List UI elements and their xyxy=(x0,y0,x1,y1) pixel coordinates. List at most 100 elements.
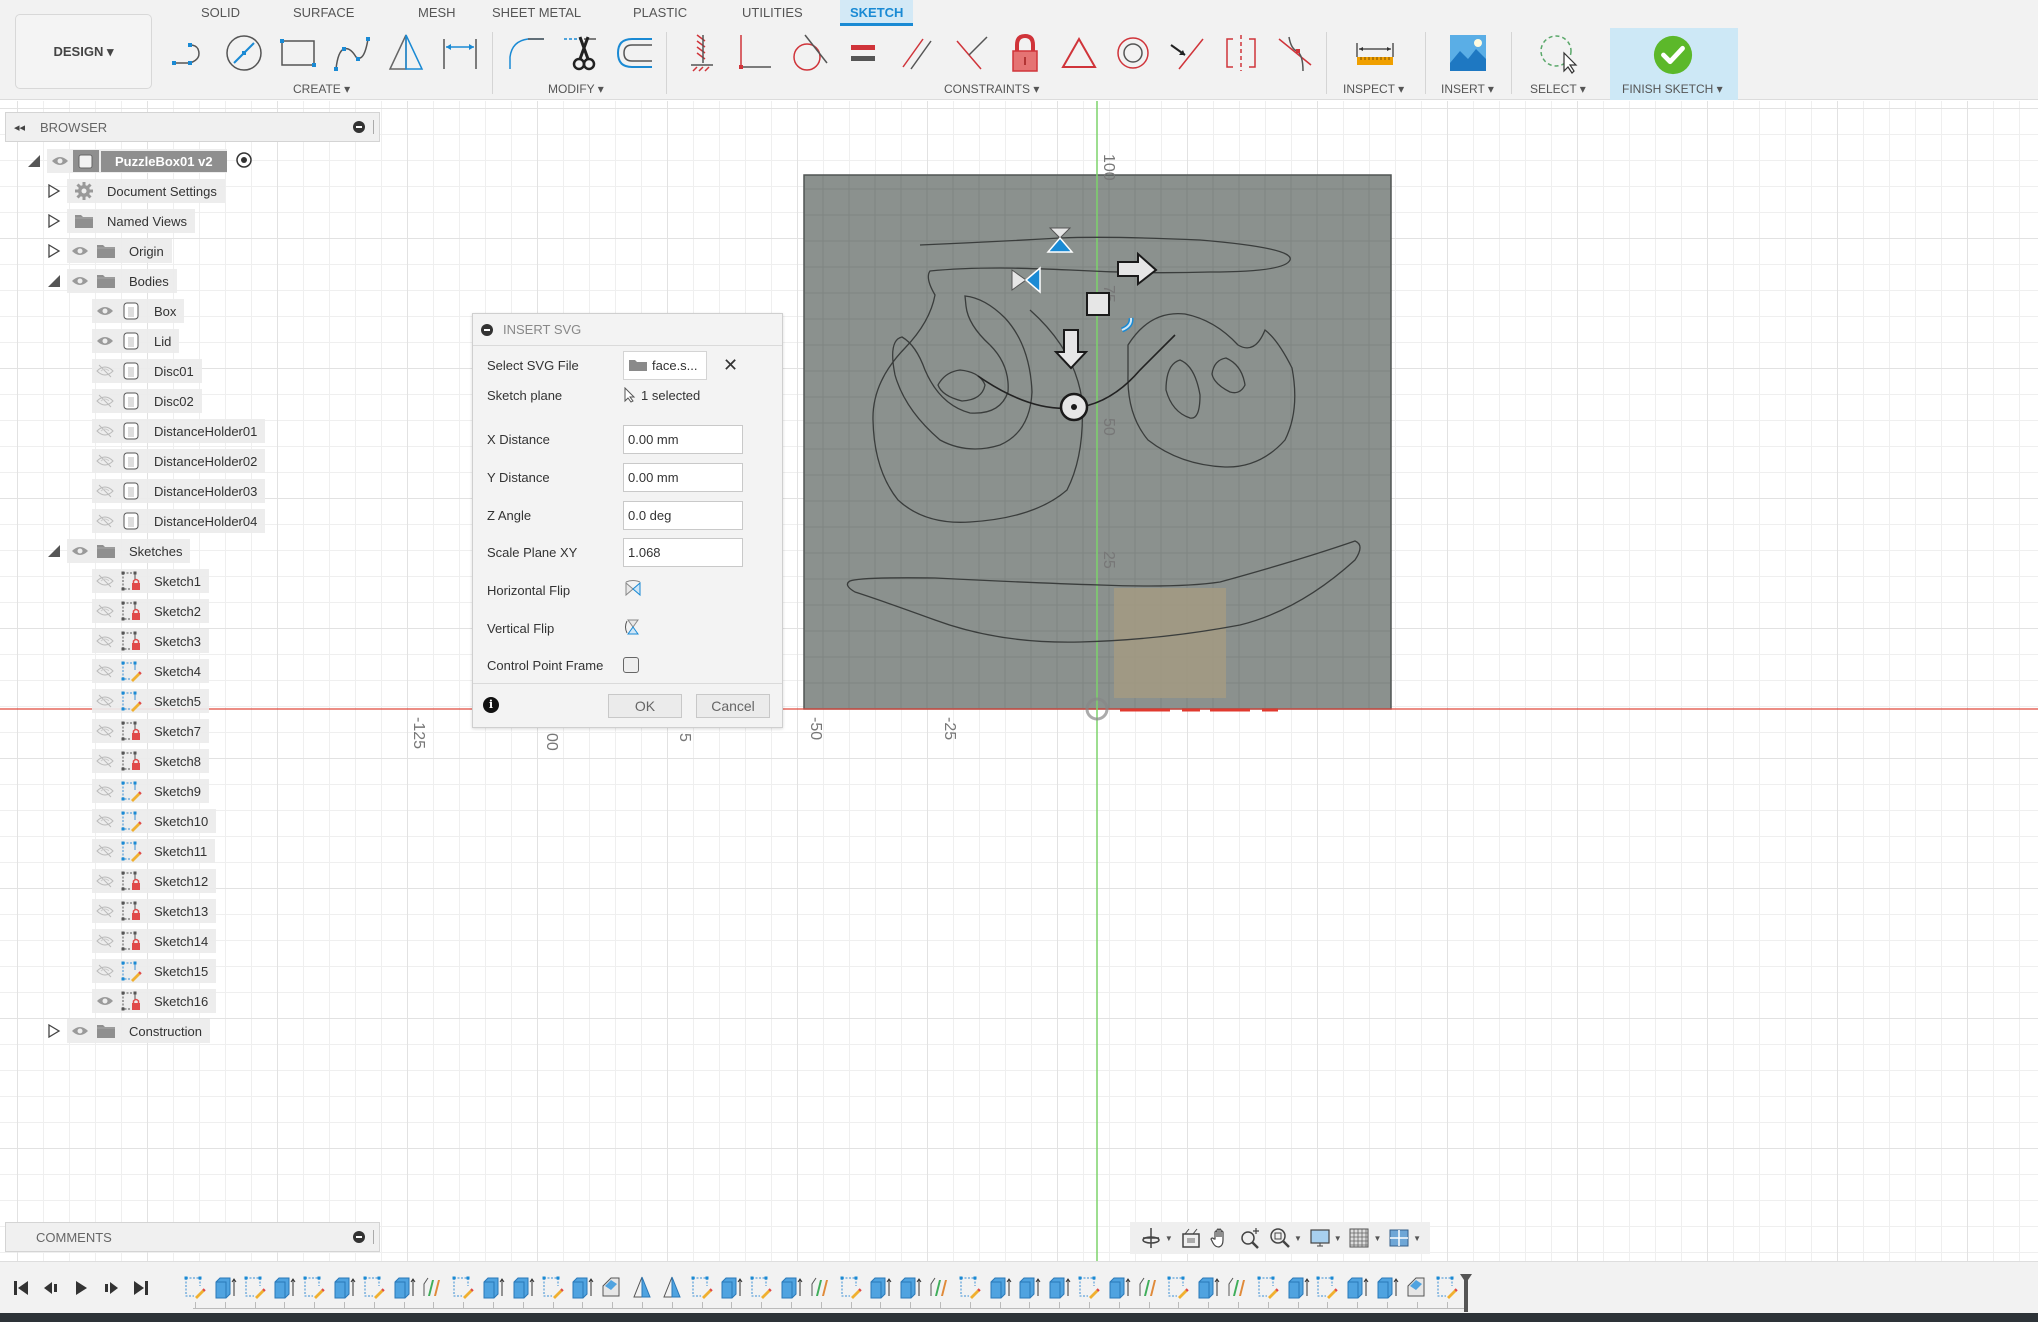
x-distance-input[interactable] xyxy=(623,424,743,454)
sketch-plane-selector[interactable]: 1 selected xyxy=(623,387,700,403)
hidden-eye-icon[interactable] xyxy=(92,512,118,530)
clear-file-close-icon[interactable]: ✕ xyxy=(723,355,738,376)
hidden-eye-icon[interactable] xyxy=(92,872,118,890)
offset-tool-button[interactable] xyxy=(612,30,656,76)
timeline-item-sketch[interactable] xyxy=(957,1274,983,1300)
timeline-skip-end-button[interactable] xyxy=(128,1275,154,1301)
hidden-eye-icon[interactable] xyxy=(92,812,118,830)
timeline-item-extrude[interactable] xyxy=(480,1274,506,1300)
create-group-label[interactable]: CREATE ▾ xyxy=(293,82,350,96)
collapsed-triangle-icon[interactable] xyxy=(45,1022,63,1040)
browser-item-sketch7[interactable]: Sketch7 xyxy=(92,718,209,744)
timeline-step-forward-button[interactable] xyxy=(98,1275,124,1301)
activate-radio-icon[interactable] xyxy=(235,151,253,172)
browser-item-origin[interactable]: Origin xyxy=(45,238,172,264)
lock-constraint-button[interactable] xyxy=(1003,30,1047,76)
browser-item-document-settings[interactable]: Document Settings xyxy=(45,178,225,204)
select-group-label[interactable]: SELECT ▾ xyxy=(1530,82,1586,96)
sketch-viewport[interactable]: 100 75 50 25 -125 00 5 -50 -25 xyxy=(0,101,2038,1261)
viewports-button[interactable]: ▼ xyxy=(1387,1226,1421,1250)
insert-image-button[interactable] xyxy=(1446,30,1490,76)
hidden-eye-icon[interactable] xyxy=(92,722,118,740)
equal-constraint-button[interactable] xyxy=(841,30,885,76)
viewport-canvas[interactable]: 100 75 50 25 -125 00 5 -50 -25 xyxy=(0,101,2038,1261)
visibility-eye-icon[interactable] xyxy=(67,242,93,260)
timeline-item-split[interactable] xyxy=(1225,1274,1251,1300)
timeline-item-split[interactable] xyxy=(808,1274,834,1300)
panel-pin-icon[interactable] xyxy=(353,121,365,133)
tab-mesh[interactable]: MESH xyxy=(408,0,466,26)
hidden-eye-icon[interactable] xyxy=(92,362,118,380)
circle-tool-button[interactable] xyxy=(222,30,266,76)
ok-button[interactable]: OK xyxy=(608,694,682,718)
grid-settings-button[interactable]: ▼ xyxy=(1347,1226,1381,1250)
select-tool-button[interactable] xyxy=(1536,30,1580,76)
timeline-item-extrude[interactable] xyxy=(510,1274,536,1300)
look-at-button[interactable] xyxy=(1179,1226,1203,1250)
visibility-eye-icon[interactable] xyxy=(67,1022,93,1040)
collapsed-triangle-icon[interactable] xyxy=(45,212,63,230)
browser-item-construction[interactable]: Construction xyxy=(45,1018,210,1044)
timeline-item-extrude[interactable] xyxy=(212,1274,238,1300)
visibility-eye-icon[interactable] xyxy=(67,542,93,560)
comments-panel-header[interactable]: COMMENTS xyxy=(5,1222,380,1252)
timeline-step-back-button[interactable] xyxy=(38,1275,64,1301)
browser-item-sketch15[interactable]: Sketch15 xyxy=(92,958,217,984)
hidden-eye-icon[interactable] xyxy=(92,962,118,980)
timeline-item-extrude[interactable] xyxy=(1106,1274,1132,1300)
visibility-eye-icon[interactable] xyxy=(92,302,118,320)
collapse-panel-icon[interactable]: ◂◂ xyxy=(14,121,34,134)
browser-item-sketch8[interactable]: Sketch8 xyxy=(92,748,209,774)
expanded-triangle-icon[interactable] xyxy=(45,272,63,290)
panel-resize-handle[interactable] xyxy=(373,1230,375,1244)
timeline-item-sketch[interactable] xyxy=(361,1274,387,1300)
fix-constraint-button[interactable] xyxy=(679,30,723,76)
collapsed-triangle-icon[interactable] xyxy=(45,242,63,260)
hidden-eye-icon[interactable] xyxy=(92,842,118,860)
add-comment-icon[interactable] xyxy=(353,1231,365,1243)
timeline-item-extrude[interactable] xyxy=(391,1274,417,1300)
browser-item-sketch9[interactable]: Sketch9 xyxy=(92,778,209,804)
dialog-header[interactable]: INSERT SVG xyxy=(473,314,782,346)
tab-utilities[interactable]: UTILITIES xyxy=(732,0,813,26)
browser-item-sketch14[interactable]: Sketch14 xyxy=(92,928,217,954)
timeline-play-button[interactable] xyxy=(68,1275,94,1301)
timeline-item-sketch[interactable] xyxy=(182,1274,208,1300)
coincident-constraint-button[interactable] xyxy=(733,30,777,76)
expanded-triangle-icon[interactable] xyxy=(45,542,63,560)
visibility-eye-icon[interactable] xyxy=(92,992,118,1010)
zoom-button[interactable] xyxy=(1238,1226,1262,1250)
visibility-eye-icon[interactable] xyxy=(92,332,118,350)
timeline-item-sketch[interactable] xyxy=(748,1274,774,1300)
timeline-item-sketch[interactable] xyxy=(838,1274,864,1300)
timeline-item-sketch[interactable] xyxy=(301,1274,327,1300)
browser-panel-header[interactable]: ◂◂ BROWSER xyxy=(5,112,380,142)
measure-tool-button[interactable] xyxy=(1353,30,1397,76)
inspect-group-label[interactable]: INSPECT ▾ xyxy=(1343,82,1404,96)
hidden-eye-icon[interactable] xyxy=(92,752,118,770)
browser-item-named-views[interactable]: Named Views xyxy=(45,208,195,234)
concentric-constraint-button[interactable] xyxy=(1111,30,1155,76)
constraints-group-label[interactable]: CONSTRAINTS ▾ xyxy=(944,82,1039,96)
vertical-flip-button[interactable] xyxy=(623,618,643,639)
horizontal-flip-button[interactable] xyxy=(623,579,643,601)
hidden-eye-icon[interactable] xyxy=(92,572,118,590)
timeline-item-extrude[interactable] xyxy=(718,1274,744,1300)
pan-button[interactable] xyxy=(1208,1226,1232,1250)
tab-solid[interactable]: SOLID xyxy=(191,0,250,26)
browser-item-lid[interactable]: Lid xyxy=(92,328,180,354)
collapsed-triangle-icon[interactable] xyxy=(45,182,63,200)
hidden-eye-icon[interactable] xyxy=(92,482,118,500)
mirror-tool-button[interactable] xyxy=(384,30,428,76)
browser-item-distanceholder03[interactable]: DistanceHolder03 xyxy=(92,478,266,504)
timeline-item-split[interactable] xyxy=(420,1274,446,1300)
y-distance-input[interactable] xyxy=(623,462,743,492)
timeline-item-sketch[interactable] xyxy=(1434,1274,1460,1300)
browser-item-bodies[interactable]: Bodies xyxy=(45,268,177,294)
timeline-item-extrude[interactable] xyxy=(1285,1274,1311,1300)
dimension-tool-button[interactable] xyxy=(438,30,482,76)
parallel-constraint-button[interactable] xyxy=(895,30,939,76)
timeline-item-sketch[interactable] xyxy=(242,1274,268,1300)
scale-plane-input[interactable] xyxy=(623,537,743,567)
browser-item-sketches[interactable]: Sketches xyxy=(45,538,191,564)
